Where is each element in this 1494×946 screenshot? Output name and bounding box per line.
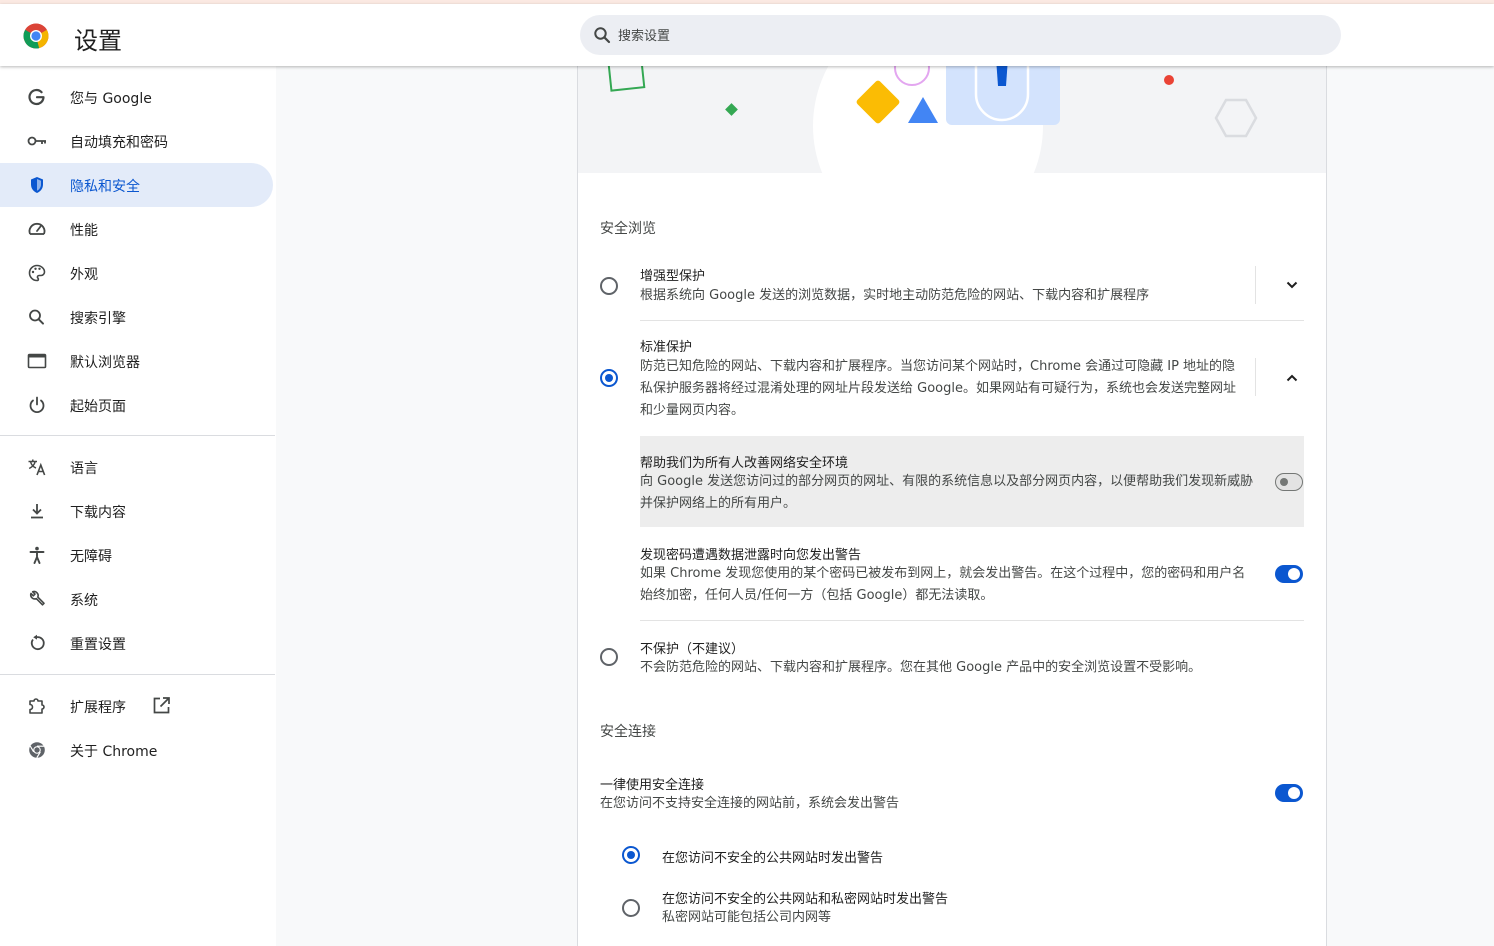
sidebar-item-label: 默认浏览器 <box>70 355 140 371</box>
radio-warn-public-and-private-sites[interactable] <box>622 899 640 917</box>
sidebar-item-label: 您与 Google <box>70 91 152 107</box>
chrome-icon <box>29 742 45 759</box>
sidebar-item-system[interactable]: 系统 <box>0 577 273 621</box>
sidebar-item-about-chrome[interactable]: 关于 Chrome <box>0 728 273 772</box>
palette-icon <box>28 264 46 282</box>
puzzle-icon <box>29 698 45 714</box>
download-icon <box>31 504 43 519</box>
sidebar-item-label: 关于 Chrome <box>70 744 158 760</box>
privacy-settings-card: 安全浏览 增强型保护 根据系统向 Google 发送的浏览数据，实时地主动防范危… <box>577 66 1327 946</box>
chrome-logo-icon <box>23 23 49 49</box>
sidebar-nav: 您与 Google 自动填充和密码 隐私和安全 性能 外观 搜索引擎 默认浏览器… <box>0 66 276 946</box>
warn-public-private-sites-label: 在您访问不安全的公共网站和私密网站时发出警告 <box>662 892 949 907</box>
sidebar-item-label: 重置设置 <box>70 637 126 653</box>
option-divider <box>640 320 1304 321</box>
warn-public-sites-label: 在您访问不安全的公共网站时发出警告 <box>662 851 884 866</box>
sidebar-item-label: 自动填充和密码 <box>70 135 168 151</box>
help-improve-title: 帮助我们为所有人改善网络安全环境 <box>640 456 849 471</box>
sidebar-item-label: 系统 <box>70 593 98 609</box>
sidebar-item-label: 无障碍 <box>70 549 112 565</box>
illustration-shapes <box>607 66 1258 173</box>
page-title: 设置 <box>74 27 122 55</box>
translate-icon <box>28 459 46 476</box>
no-protection-title: 不保护（不建议） <box>640 642 745 657</box>
sidebar-item-extensions[interactable]: 扩展程序 <box>0 684 273 728</box>
sidebar-item-label: 起始页面 <box>70 399 126 415</box>
wrench-icon <box>29 590 45 606</box>
search-box[interactable] <box>580 15 1341 55</box>
sidebar-item-reset[interactable]: 重置设置 <box>0 621 273 665</box>
password-leak-toggle[interactable] <box>1275 565 1303 583</box>
always-https-toggle[interactable] <box>1275 784 1303 802</box>
accessibility-icon <box>29 546 45 564</box>
key-icon <box>27 136 46 146</box>
sidebar-item-languages[interactable]: 语言 <box>0 445 273 489</box>
standard-protection-desc: 防范已知危险的网站、下载内容和扩展程序。当您访问某个网站时，Chrome 会通过… <box>640 359 1236 418</box>
radio-enhanced-protection[interactable] <box>600 277 618 295</box>
settings-toolbar: 设置 <box>0 4 1494 66</box>
search-icon <box>29 309 44 325</box>
sidebar-item-label: 隐私和安全 <box>70 179 140 195</box>
sidebar-item-label: 性能 <box>70 223 98 239</box>
password-leak-desc: 如果 Chrome 发现您使用的某个密码已被发布到网上，就会发出警告。在这个过程… <box>640 566 1246 603</box>
search-icon <box>594 27 611 44</box>
google-g-icon <box>28 88 45 106</box>
always-https-desc: 在您访问不支持安全连接的网站前，系统会发出警告 <box>600 796 900 811</box>
power-icon <box>29 396 45 414</box>
chevron-up-icon[interactable] <box>1284 370 1300 386</box>
sidebar-item-downloads[interactable]: 下载内容 <box>0 489 273 533</box>
sidebar-item-label: 扩展程序 <box>70 700 126 716</box>
sidebar-item-autofill[interactable]: 自动填充和密码 <box>0 119 273 163</box>
nav-divider <box>0 674 275 675</box>
radio-standard-protection[interactable] <box>600 369 618 387</box>
enhanced-protection-title: 增强型保护 <box>640 269 706 284</box>
open-in-new-icon <box>153 697 170 714</box>
nav-divider <box>0 435 275 436</box>
sidebar-item-label: 语言 <box>70 461 98 477</box>
sidebar-item-privacy[interactable]: 隐私和安全 <box>0 163 273 207</box>
browser-window-icon <box>27 353 47 369</box>
sidebar-item-performance[interactable]: 性能 <box>0 207 273 251</box>
row-separator <box>1255 358 1256 396</box>
speedometer-icon <box>28 222 46 235</box>
option-divider <box>640 620 1304 621</box>
reset-icon <box>30 634 45 651</box>
radio-no-protection[interactable] <box>600 648 618 666</box>
chevron-down-icon[interactable] <box>1284 277 1300 293</box>
help-improve-desc: 向 Google 发送您访问过的部分网页的网址、有限的系统信息以及部分网页内容，… <box>640 474 1254 511</box>
sidebar-item-appearance[interactable]: 外观 <box>0 251 273 295</box>
sidebar-item-label: 下载内容 <box>70 505 126 521</box>
help-improve-toggle[interactable] <box>1275 473 1303 491</box>
secure-connections-heading: 安全连接 <box>600 724 656 740</box>
sidebar-item-accessibility[interactable]: 无障碍 <box>0 533 273 577</box>
sidebar-item-default-browser[interactable]: 默认浏览器 <box>0 339 273 383</box>
row-separator <box>1255 266 1256 304</box>
sidebar-item-label: 外观 <box>70 267 98 283</box>
safe-browsing-illustration <box>578 66 1326 173</box>
safe-browsing-heading: 安全浏览 <box>600 221 656 237</box>
sidebar-item-you-and-google[interactable]: 您与 Google <box>0 75 273 119</box>
radio-warn-public-sites[interactable] <box>622 846 640 864</box>
sidebar-item-search-engine[interactable]: 搜索引擎 <box>0 295 273 339</box>
shield-icon <box>31 177 43 193</box>
password-leak-title: 发现密码遭遇数据泄露时向您发出警告 <box>640 548 862 563</box>
warn-public-private-sites-desc: 私密网站可能包括公司内网等 <box>662 910 832 925</box>
no-protection-desc: 不会防范危险的网站、下载内容和扩展程序。您在其他 Google 产品中的安全浏览… <box>640 660 1202 675</box>
always-https-title: 一律使用安全连接 <box>600 778 705 793</box>
standard-protection-title: 标准保护 <box>640 340 693 355</box>
enhanced-protection-desc: 根据系统向 Google 发送的浏览数据，实时地主动防范危险的网站、下载内容和扩… <box>640 288 1150 303</box>
search-input[interactable] <box>616 23 1320 49</box>
sidebar-item-label: 搜索引擎 <box>70 311 126 327</box>
sidebar-item-on-startup[interactable]: 起始页面 <box>0 383 273 427</box>
